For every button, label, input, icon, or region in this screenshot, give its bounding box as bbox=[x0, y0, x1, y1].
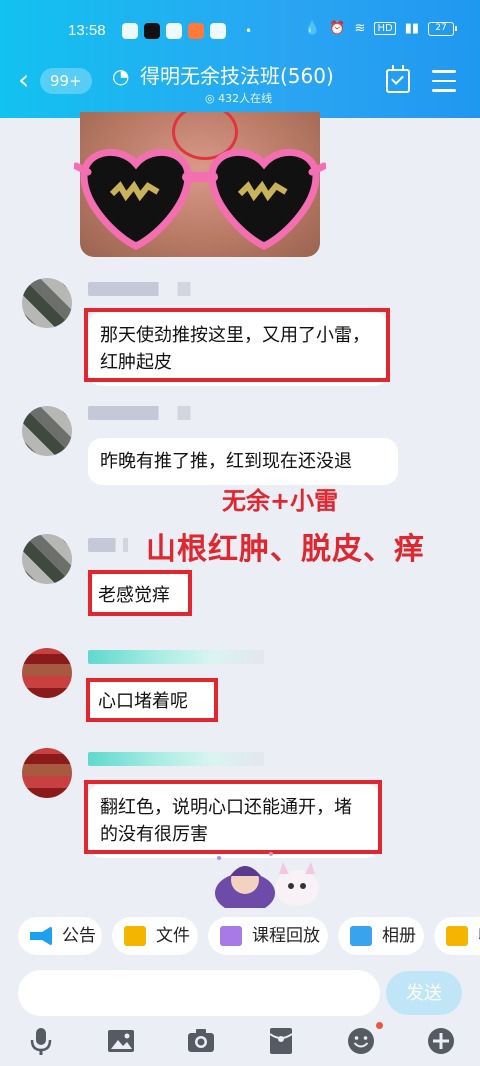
video-replay-icon bbox=[220, 926, 242, 946]
drop-icon: 💧 bbox=[304, 21, 321, 36]
ear-icon[interactable]: ◔ bbox=[112, 64, 129, 88]
avatar[interactable] bbox=[22, 648, 72, 698]
highlight-box bbox=[88, 570, 192, 616]
online-count-text: 432人在线 bbox=[218, 92, 273, 105]
status-dot: • bbox=[245, 24, 253, 38]
collect-icon bbox=[446, 926, 468, 946]
message-bubble[interactable]: 昨晚有推了推，红到现在还没退 bbox=[88, 438, 398, 485]
annotation-line-2: 山根红肿、脱皮、痒 bbox=[146, 532, 425, 567]
message-text: 昨晚有推了推，红到现在还没退 bbox=[100, 451, 352, 472]
wifi-icon: ≋ bbox=[354, 21, 366, 36]
sender-name-blurred bbox=[88, 406, 216, 420]
quick-action-label: 相册 bbox=[382, 926, 416, 946]
quick-action-label: 课程回放 bbox=[252, 926, 320, 946]
bottom-toolbar bbox=[0, 1022, 480, 1062]
sender-name-blurred bbox=[88, 282, 216, 296]
online-count: ◎ 432人在线 bbox=[205, 92, 273, 105]
notification-dot bbox=[376, 1022, 383, 1029]
quick-action-announcement[interactable]: 公告 bbox=[18, 917, 102, 955]
avatar[interactable] bbox=[22, 748, 72, 798]
calendar-check-icon[interactable] bbox=[386, 65, 410, 93]
quick-actions-bar: 公告 文件 课程回放 相册 收 bbox=[0, 913, 480, 961]
telegram-icon bbox=[210, 23, 226, 39]
image-icon[interactable] bbox=[106, 1026, 136, 1056]
camera-icon[interactable] bbox=[186, 1026, 216, 1056]
annotation-line-1: 无余+小雷 bbox=[222, 487, 339, 515]
notification-icons bbox=[122, 23, 226, 39]
sender-name-blurred bbox=[88, 650, 264, 664]
highlight-box bbox=[84, 308, 390, 382]
hd-label: HD bbox=[374, 22, 396, 35]
status-time: 13:58 bbox=[68, 22, 106, 39]
unread-badge[interactable]: 99+ bbox=[40, 68, 92, 94]
top-bar: 13:58 • 💧 ⏰ ≋ HD ▮▮ 27 ‹ 99+ ◔ 得明无余技法班(5… bbox=[0, 0, 480, 118]
avatar[interactable] bbox=[22, 278, 72, 328]
quick-action-label: 公告 bbox=[62, 926, 96, 946]
app-notification-icon bbox=[122, 23, 138, 39]
system-icons: 💧 ⏰ ≋ HD ▮▮ 27 bbox=[304, 21, 457, 36]
sender-name-blurred bbox=[88, 752, 264, 766]
alarm-icon: ⏰ bbox=[329, 21, 346, 36]
character-sticker bbox=[215, 852, 319, 908]
menu-icon[interactable] bbox=[432, 70, 456, 92]
composer: 发送 bbox=[0, 966, 480, 1022]
highlight-box bbox=[86, 678, 218, 722]
red-packet-icon[interactable] bbox=[266, 1026, 296, 1056]
battery-icon: 27 bbox=[428, 21, 457, 36]
quick-action-album[interactable]: 相册 bbox=[338, 917, 424, 955]
sender-name-blurred bbox=[88, 538, 138, 552]
photo-album-icon bbox=[350, 926, 372, 946]
avatar[interactable] bbox=[22, 534, 72, 584]
megaphone-icon bbox=[30, 926, 52, 946]
avatar[interactable] bbox=[22, 406, 72, 456]
heart-glasses-sticker bbox=[74, 148, 326, 250]
app-notification-icon bbox=[188, 23, 204, 39]
folder-icon bbox=[124, 926, 146, 946]
plus-icon[interactable] bbox=[426, 1026, 456, 1056]
group-title[interactable]: 得明无余技法班(560) bbox=[140, 60, 334, 89]
message-input[interactable] bbox=[18, 970, 380, 1016]
app-notification-icon bbox=[166, 23, 182, 39]
back-icon[interactable]: ‹ bbox=[18, 66, 29, 94]
quick-action-collect[interactable]: 收 bbox=[434, 917, 480, 955]
quick-action-course-replay[interactable]: 课程回放 bbox=[208, 917, 328, 955]
quick-action-label: 文件 bbox=[156, 926, 190, 946]
microphone-icon[interactable] bbox=[26, 1026, 56, 1056]
highlight-box bbox=[84, 780, 382, 854]
tiktok-icon bbox=[144, 23, 160, 39]
emoji-icon[interactable] bbox=[346, 1026, 376, 1056]
send-button[interactable]: 发送 bbox=[386, 971, 462, 1015]
signal-icon: ▮▮ bbox=[404, 21, 419, 36]
status-bar: 13:58 • 💧 ⏰ ≋ HD ▮▮ 27 bbox=[0, 20, 480, 44]
quick-action-files[interactable]: 文件 bbox=[112, 917, 198, 955]
